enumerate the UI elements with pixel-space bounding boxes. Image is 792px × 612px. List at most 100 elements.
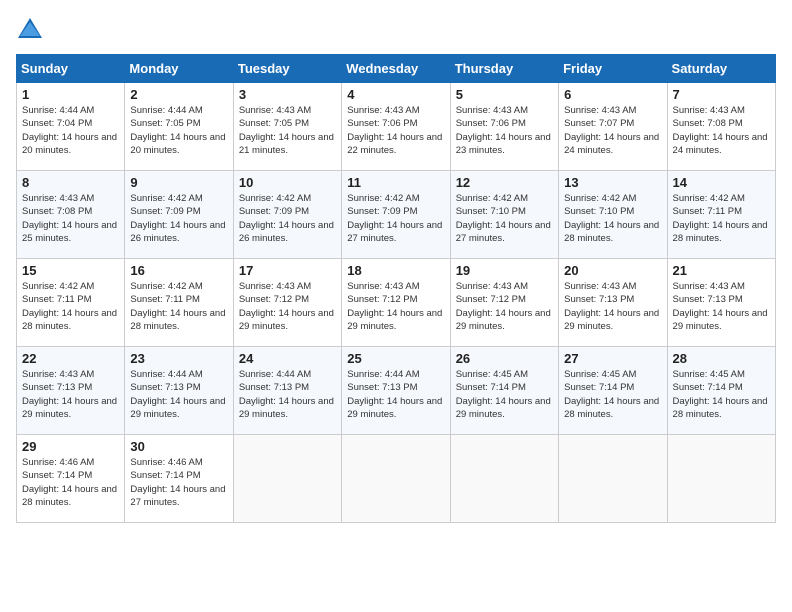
cell-content: Sunrise: 4:43 AM Sunset: 7:13 PM Dayligh… (673, 280, 770, 333)
calendar-cell: 27 Sunrise: 4:45 AM Sunset: 7:14 PM Dayl… (559, 347, 667, 435)
sunrise-label: Sunrise: 4:44 AM (239, 369, 311, 380)
calendar-week-row: 1 Sunrise: 4:44 AM Sunset: 7:04 PM Dayli… (17, 83, 776, 171)
calendar-cell: 22 Sunrise: 4:43 AM Sunset: 7:13 PM Dayl… (17, 347, 125, 435)
daylight-label: Daylight: 14 hours and 20 minutes. (22, 132, 117, 156)
calendar-cell: 13 Sunrise: 4:42 AM Sunset: 7:10 PM Dayl… (559, 171, 667, 259)
sunset-label: Sunset: 7:07 PM (564, 118, 634, 129)
cell-content: Sunrise: 4:46 AM Sunset: 7:14 PM Dayligh… (22, 456, 119, 509)
calendar-cell: 19 Sunrise: 4:43 AM Sunset: 7:12 PM Dayl… (450, 259, 558, 347)
sunset-label: Sunset: 7:14 PM (22, 470, 92, 481)
calendar-day-header: Wednesday (342, 55, 450, 83)
daylight-label: Daylight: 14 hours and 29 minutes. (564, 308, 659, 332)
sunset-label: Sunset: 7:06 PM (347, 118, 417, 129)
sunrise-label: Sunrise: 4:43 AM (347, 281, 419, 292)
calendar-cell: 16 Sunrise: 4:42 AM Sunset: 7:11 PM Dayl… (125, 259, 233, 347)
sunset-label: Sunset: 7:14 PM (130, 470, 200, 481)
calendar-cell (450, 435, 558, 523)
sunset-label: Sunset: 7:05 PM (130, 118, 200, 129)
sunrise-label: Sunrise: 4:43 AM (347, 105, 419, 116)
sunrise-label: Sunrise: 4:43 AM (22, 193, 94, 204)
sunset-label: Sunset: 7:12 PM (347, 294, 417, 305)
calendar-cell: 26 Sunrise: 4:45 AM Sunset: 7:14 PM Dayl… (450, 347, 558, 435)
calendar-cell: 4 Sunrise: 4:43 AM Sunset: 7:06 PM Dayli… (342, 83, 450, 171)
day-number: 16 (130, 263, 227, 278)
sunrise-label: Sunrise: 4:42 AM (673, 193, 745, 204)
cell-content: Sunrise: 4:43 AM Sunset: 7:06 PM Dayligh… (347, 104, 444, 157)
calendar-cell: 1 Sunrise: 4:44 AM Sunset: 7:04 PM Dayli… (17, 83, 125, 171)
daylight-label: Daylight: 14 hours and 20 minutes. (130, 132, 225, 156)
calendar-cell (233, 435, 341, 523)
sunset-label: Sunset: 7:14 PM (564, 382, 634, 393)
sunrise-label: Sunrise: 4:43 AM (673, 281, 745, 292)
sunrise-label: Sunrise: 4:43 AM (239, 105, 311, 116)
day-number: 22 (22, 351, 119, 366)
calendar-week-row: 22 Sunrise: 4:43 AM Sunset: 7:13 PM Dayl… (17, 347, 776, 435)
cell-content: Sunrise: 4:42 AM Sunset: 7:11 PM Dayligh… (673, 192, 770, 245)
sunrise-label: Sunrise: 4:43 AM (456, 105, 528, 116)
sunset-label: Sunset: 7:13 PM (22, 382, 92, 393)
calendar-cell (667, 435, 775, 523)
day-number: 3 (239, 87, 336, 102)
daylight-label: Daylight: 14 hours and 26 minutes. (130, 220, 225, 244)
calendar-day-header: Friday (559, 55, 667, 83)
cell-content: Sunrise: 4:42 AM Sunset: 7:09 PM Dayligh… (347, 192, 444, 245)
cell-content: Sunrise: 4:42 AM Sunset: 7:10 PM Dayligh… (456, 192, 553, 245)
cell-content: Sunrise: 4:43 AM Sunset: 7:13 PM Dayligh… (22, 368, 119, 421)
sunrise-label: Sunrise: 4:42 AM (130, 281, 202, 292)
sunrise-label: Sunrise: 4:42 AM (456, 193, 528, 204)
daylight-label: Daylight: 14 hours and 29 minutes. (130, 396, 225, 420)
cell-content: Sunrise: 4:44 AM Sunset: 7:05 PM Dayligh… (130, 104, 227, 157)
calendar-week-row: 8 Sunrise: 4:43 AM Sunset: 7:08 PM Dayli… (17, 171, 776, 259)
day-number: 2 (130, 87, 227, 102)
cell-content: Sunrise: 4:43 AM Sunset: 7:06 PM Dayligh… (456, 104, 553, 157)
sunrise-label: Sunrise: 4:43 AM (456, 281, 528, 292)
cell-content: Sunrise: 4:44 AM Sunset: 7:13 PM Dayligh… (239, 368, 336, 421)
day-number: 19 (456, 263, 553, 278)
daylight-label: Daylight: 14 hours and 27 minutes. (130, 484, 225, 508)
day-number: 7 (673, 87, 770, 102)
sunrise-label: Sunrise: 4:42 AM (22, 281, 94, 292)
daylight-label: Daylight: 14 hours and 29 minutes. (456, 308, 551, 332)
sunset-label: Sunset: 7:08 PM (22, 206, 92, 217)
sunrise-label: Sunrise: 4:43 AM (22, 369, 94, 380)
calendar-cell: 7 Sunrise: 4:43 AM Sunset: 7:08 PM Dayli… (667, 83, 775, 171)
day-number: 15 (22, 263, 119, 278)
day-number: 20 (564, 263, 661, 278)
daylight-label: Daylight: 14 hours and 28 minutes. (22, 308, 117, 332)
sunrise-label: Sunrise: 4:44 AM (130, 105, 202, 116)
daylight-label: Daylight: 14 hours and 21 minutes. (239, 132, 334, 156)
sunset-label: Sunset: 7:13 PM (347, 382, 417, 393)
calendar-cell: 2 Sunrise: 4:44 AM Sunset: 7:05 PM Dayli… (125, 83, 233, 171)
cell-content: Sunrise: 4:45 AM Sunset: 7:14 PM Dayligh… (456, 368, 553, 421)
calendar-week-row: 29 Sunrise: 4:46 AM Sunset: 7:14 PM Dayl… (17, 435, 776, 523)
sunset-label: Sunset: 7:13 PM (564, 294, 634, 305)
daylight-label: Daylight: 14 hours and 29 minutes. (239, 396, 334, 420)
sunrise-label: Sunrise: 4:46 AM (22, 457, 94, 468)
cell-content: Sunrise: 4:42 AM Sunset: 7:09 PM Dayligh… (130, 192, 227, 245)
day-number: 30 (130, 439, 227, 454)
sunset-label: Sunset: 7:04 PM (22, 118, 92, 129)
day-number: 12 (456, 175, 553, 190)
day-number: 8 (22, 175, 119, 190)
day-number: 6 (564, 87, 661, 102)
sunrise-label: Sunrise: 4:42 AM (130, 193, 202, 204)
day-number: 5 (456, 87, 553, 102)
sunrise-label: Sunrise: 4:43 AM (673, 105, 745, 116)
calendar-table: SundayMondayTuesdayWednesdayThursdayFrid… (16, 54, 776, 523)
sunrise-label: Sunrise: 4:44 AM (130, 369, 202, 380)
sunrise-label: Sunrise: 4:42 AM (347, 193, 419, 204)
page-header (16, 16, 776, 44)
daylight-label: Daylight: 14 hours and 29 minutes. (239, 308, 334, 332)
daylight-label: Daylight: 14 hours and 26 minutes. (239, 220, 334, 244)
sunset-label: Sunset: 7:10 PM (564, 206, 634, 217)
daylight-label: Daylight: 14 hours and 29 minutes. (347, 308, 442, 332)
sunrise-label: Sunrise: 4:45 AM (456, 369, 528, 380)
cell-content: Sunrise: 4:45 AM Sunset: 7:14 PM Dayligh… (564, 368, 661, 421)
cell-content: Sunrise: 4:44 AM Sunset: 7:13 PM Dayligh… (130, 368, 227, 421)
day-number: 29 (22, 439, 119, 454)
calendar-cell: 9 Sunrise: 4:42 AM Sunset: 7:09 PM Dayli… (125, 171, 233, 259)
calendar-header-row: SundayMondayTuesdayWednesdayThursdayFrid… (17, 55, 776, 83)
daylight-label: Daylight: 14 hours and 27 minutes. (456, 220, 551, 244)
cell-content: Sunrise: 4:44 AM Sunset: 7:04 PM Dayligh… (22, 104, 119, 157)
calendar-cell: 24 Sunrise: 4:44 AM Sunset: 7:13 PM Dayl… (233, 347, 341, 435)
